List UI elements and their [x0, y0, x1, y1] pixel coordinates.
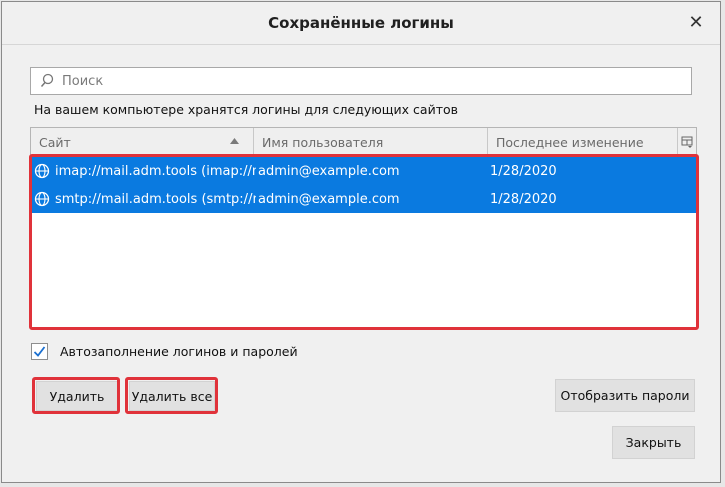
autofill-option: Автозаполнение логинов и паролей: [31, 343, 298, 360]
table-row[interactable]: imap://mail.adm.tools (imap://m... admin…: [31, 157, 696, 185]
row-username: admin@example.com: [258, 163, 400, 179]
column-header-last-changed[interactable]: Последнее изменение: [488, 128, 678, 156]
title-bar: Сохранённые логины ✕: [2, 2, 720, 45]
row-username: admin@example.com: [258, 191, 400, 207]
column-header-site[interactable]: Сайт: [31, 128, 254, 156]
logins-table: Сайт Имя пользователя Последнее изменени…: [30, 127, 697, 329]
sort-ascending-icon: [230, 138, 239, 144]
close-icon[interactable]: ✕: [686, 13, 706, 33]
search-icon: [40, 73, 54, 87]
info-text: На вашем компьютере хранятся логины для …: [34, 102, 458, 117]
remove-all-button[interactable]: Удалить все: [129, 381, 215, 411]
table-row[interactable]: smtp://mail.adm.tools (smtp://m... admin…: [31, 185, 696, 213]
autofill-label: Автозаполнение логинов и паролей: [60, 344, 298, 359]
row-date: 1/28/2020: [490, 191, 557, 207]
table-header: Сайт Имя пользователя Последнее изменени…: [31, 128, 696, 157]
show-passwords-button[interactable]: Отобразить пароли: [555, 379, 695, 412]
globe-icon: [34, 163, 50, 179]
search-input[interactable]: [60, 72, 691, 90]
dialog-title: Сохранённые логины: [268, 14, 454, 32]
saved-logins-dialog: Сохранённые логины ✕ На вашем компьютере…: [1, 1, 721, 483]
row-date: 1/28/2020: [490, 163, 557, 179]
close-button[interactable]: Закрыть: [612, 426, 695, 459]
globe-icon: [34, 191, 50, 207]
search-field[interactable]: [30, 67, 692, 95]
row-site: smtp://mail.adm.tools (smtp://m...: [55, 191, 256, 207]
row-site: imap://mail.adm.tools (imap://m...: [55, 163, 256, 179]
autofill-checkbox[interactable]: [31, 343, 48, 360]
column-picker[interactable]: [678, 128, 696, 156]
column-picker-icon: [681, 136, 693, 148]
remove-button[interactable]: Удалить: [36, 381, 118, 411]
column-header-username[interactable]: Имя пользователя: [254, 128, 488, 156]
checkmark-icon: [33, 346, 46, 357]
